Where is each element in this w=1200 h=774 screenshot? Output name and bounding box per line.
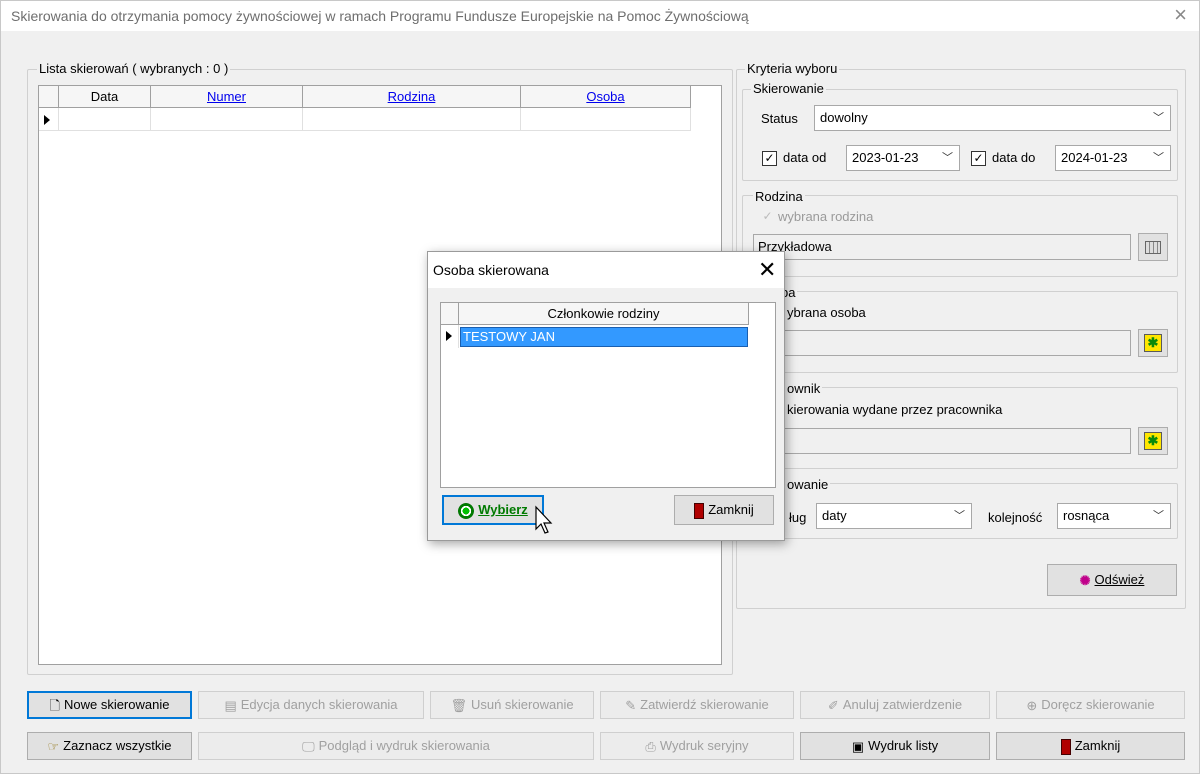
approve-referral-button[interactable]: ✎ Zatwierdź skierowanie: [600, 691, 794, 719]
list-item[interactable]: TESTOWY JAN: [460, 327, 748, 347]
close-button[interactable]: Zamknij: [996, 732, 1185, 760]
serial-print-button[interactable]: ⎙ Wydruk seryjny: [600, 732, 794, 760]
header-filler: [691, 86, 721, 108]
window-title: Skierowania do otrzymania pomocy żywnośc…: [11, 8, 749, 24]
door-icon: [1060, 738, 1071, 755]
status-value: dowolny: [820, 110, 868, 125]
status-label: Status: [759, 111, 800, 126]
print-list-button[interactable]: ▣ Wydruk listy: [800, 732, 990, 760]
date-from-value: 2023-01-23: [852, 150, 919, 165]
title-bar: Skierowania do otrzymania pomocy żywnośc…: [1, 1, 1199, 31]
edit-icon: ▤: [224, 697, 237, 713]
chevron-down-icon: ﹀: [1153, 112, 1164, 124]
row-pointer-icon: [446, 331, 452, 341]
main-window: Skierowania do otrzymania pomocy żywnośc…: [0, 0, 1200, 774]
running-man-icon: ✱: [1144, 432, 1162, 450]
sort-order-label: kolejność: [986, 510, 1045, 525]
chevron-down-icon: ﹀: [954, 510, 965, 522]
date-from-picker[interactable]: 2023-01-23 ﹀: [846, 145, 960, 171]
worker-picker-button[interactable]: ✱: [1138, 427, 1168, 455]
cancel-approval-button[interactable]: ✐ Anuluj zatwierdzenie: [800, 691, 990, 719]
table-cell[interactable]: [59, 108, 151, 131]
date-to-picker[interactable]: 2024-01-23 ﹀: [1055, 145, 1171, 171]
date-from-label: data od: [781, 150, 829, 165]
worker-field[interactable]: [753, 428, 1131, 454]
close-icon[interactable]: ×: [1174, 4, 1187, 26]
printer-icon: ⎙: [645, 738, 656, 754]
person-picker-button[interactable]: ✱: [1138, 329, 1168, 357]
person-checkbox-label: ybrana osoba: [785, 305, 868, 320]
table-cell[interactable]: [303, 108, 521, 131]
edit-referral-button[interactable]: ▤ Edycja danych skierowania: [198, 691, 424, 719]
member-name: TESTOWY JAN: [463, 329, 555, 344]
column-header-osoba[interactable]: Osoba: [521, 86, 691, 108]
family-members-table[interactable]: Członkowie rodziny TESTOWY JAN: [440, 302, 776, 488]
table-cell[interactable]: [521, 108, 691, 131]
delete-referral-button[interactable]: 🗑 Usuń skierowanie: [430, 691, 594, 719]
running-man-icon: ✱: [1144, 334, 1162, 352]
row-indicator: [39, 108, 59, 131]
approve-icon: ✎: [625, 697, 637, 713]
header-filler: [749, 303, 775, 325]
rodzina-label: Rodzina: [753, 189, 805, 204]
column-header-members[interactable]: Członkowie rodziny: [459, 303, 749, 325]
dialog-title: Osoba skierowana: [433, 262, 549, 278]
family-checkbox-label: wybrana rodzina: [776, 209, 876, 224]
family-picker-button[interactable]: [1138, 233, 1168, 261]
row-pointer-icon: [44, 115, 50, 125]
person-field[interactable]: [753, 330, 1131, 356]
family-field[interactable]: Przykładowa: [753, 234, 1131, 260]
select-button[interactable]: Wybierz: [442, 495, 544, 525]
print-list-icon: ▣: [851, 738, 865, 754]
sort-by-label: ług: [787, 510, 809, 525]
date-to-value: 2024-01-23: [1061, 150, 1128, 165]
dialog-close-icon[interactable]: ✕: [758, 257, 776, 283]
status-select[interactable]: dowolny ﹀: [814, 105, 1171, 131]
sort-order-value: rosnąca: [1063, 508, 1110, 523]
green-target-icon: [458, 502, 475, 519]
date-to-checkbox[interactable]: ✓: [971, 151, 986, 166]
chevron-down-icon: ﹀: [1153, 510, 1164, 522]
skierowanie-label: Skierowanie: [751, 81, 826, 96]
table-cell[interactable]: [151, 108, 303, 131]
row-indicator-header: [39, 86, 59, 108]
criteria-label: Kryteria wyboru: [745, 61, 840, 76]
refresh-icon: ✺: [1079, 572, 1091, 588]
mouse-cursor-icon: [535, 505, 553, 534]
deliver-referral-button[interactable]: ⊕ Doręcz skierowanie: [996, 691, 1185, 719]
preview-print-button[interactable]: 🖵 Podgląd i wydruk skierowania: [198, 732, 594, 760]
cancel-approval-icon: ✐: [827, 697, 839, 713]
column-header-rodzina[interactable]: Rodzina: [303, 86, 521, 108]
dialog-close-button[interactable]: Zamknij: [674, 495, 774, 525]
column-header-data[interactable]: Data: [59, 86, 151, 108]
chevron-down-icon: ﹀: [942, 152, 953, 164]
worker-checkbox-label: kierowania wydane przez pracownika: [785, 402, 1005, 417]
chevron-down-icon: ﹀: [1153, 152, 1164, 164]
person-dialog: Osoba skierowana ✕ Członkowie rodziny TE…: [427, 251, 785, 541]
column-header-numer[interactable]: Numer: [151, 86, 303, 108]
sortowanie-label: owanie: [785, 477, 831, 492]
date-to-label: data do: [990, 150, 1038, 165]
date-from-checkbox[interactable]: ✓: [762, 151, 777, 166]
dialog-title-bar: Osoba skierowana ✕: [428, 252, 784, 288]
calendar-icon: [1145, 241, 1161, 255]
deliver-icon: ⊕: [1026, 697, 1038, 713]
new-document-icon: 🗋: [49, 697, 60, 713]
trash-icon: 🗑: [450, 697, 467, 713]
sort-by-select[interactable]: daty ﹀: [816, 503, 972, 529]
list-label: Lista skierowań ( wybranych : 0 ): [37, 61, 231, 76]
select-all-icon: ☞: [47, 738, 60, 754]
new-referral-button[interactable]: 🗋 Nowe skierowanie: [27, 691, 192, 719]
monitor-icon: 🖵: [302, 738, 315, 754]
sort-order-select[interactable]: rosnąca ﹀: [1057, 503, 1171, 529]
pracownik-label: ownik: [785, 381, 823, 396]
sort-by-value: daty: [822, 508, 847, 523]
refresh-button[interactable]: ✺ Odśwież: [1047, 564, 1177, 596]
family-checkbox[interactable]: ✓: [760, 210, 775, 225]
select-all-button[interactable]: ☞ Zaznacz wszystkie: [27, 732, 192, 760]
row-indicator-header: [441, 303, 459, 325]
door-icon: [694, 502, 705, 519]
row-indicator: [441, 325, 459, 348]
